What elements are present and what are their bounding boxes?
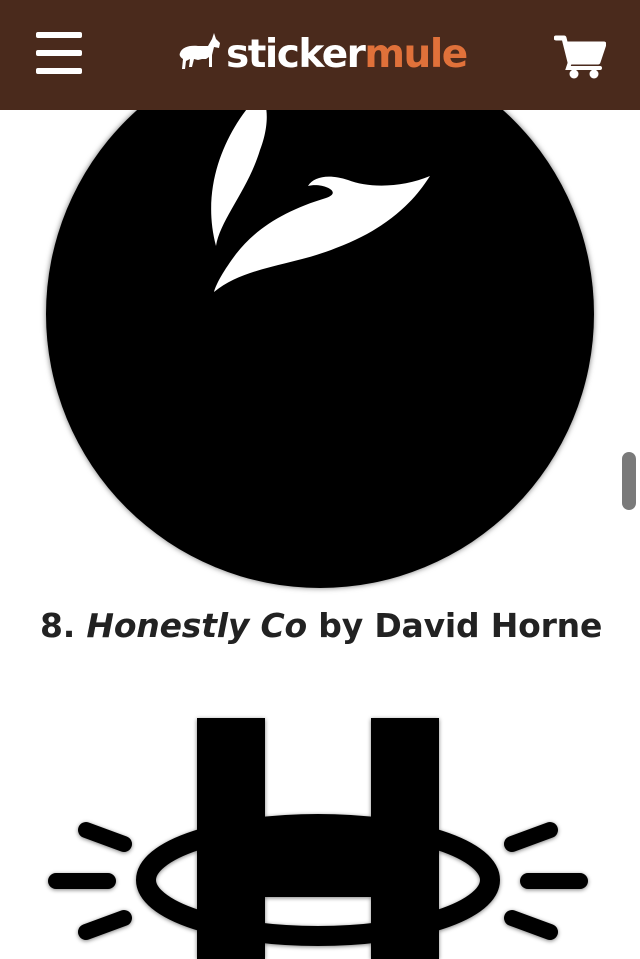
logo-text-mule: mule [364,31,468,77]
leaf-icon [211,110,430,292]
article-content: 8. Honestly Co by David Horne [0,110,640,959]
logo-text-sticker: sticker [226,31,366,77]
shopping-cart-icon[interactable] [553,34,607,80]
scrollbar-thumb[interactable] [622,452,636,510]
menu-bar-top [36,32,82,38]
stickermule-logo[interactable]: stickermule [178,28,468,80]
hamburger-menu-icon[interactable] [36,32,82,74]
item-author: by David Horne [318,606,603,645]
article-item-heading: 8. Honestly Co by David Horne [40,606,602,645]
logo-wordmark: stickermule [226,31,468,77]
menu-bar-middle [36,50,82,56]
site-header: stickermule [0,0,640,110]
item-number: 8. [40,606,76,645]
item-title: Honestly Co [86,606,307,645]
honestly-co-logo-image [48,718,588,959]
mule-icon [179,33,220,69]
menu-bar-bottom [36,68,82,74]
circle-leaf-logo-image [46,110,594,588]
